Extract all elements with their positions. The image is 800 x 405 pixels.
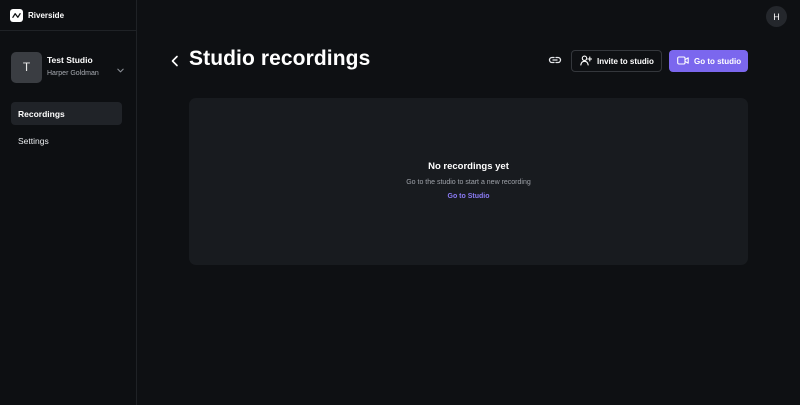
- empty-state-title: No recordings yet: [428, 161, 509, 172]
- go-to-studio-link[interactable]: Go to Studio: [448, 193, 490, 200]
- sidebar-item-label: Recordings: [18, 108, 65, 119]
- riverside-logo-icon: [10, 8, 23, 22]
- sidebar-item-settings[interactable]: Settings: [11, 129, 122, 152]
- back-arrow-icon[interactable]: [168, 52, 182, 70]
- studio-switcher[interactable]: T Test Studio Harper Goldman: [11, 51, 127, 83]
- page-title: Studio recordings: [189, 47, 371, 70]
- sidebar-item-recordings[interactable]: Recordings: [11, 102, 122, 125]
- invite-to-studio-button[interactable]: Invite to studio: [571, 50, 662, 72]
- empty-recordings-card: No recordings yet Go to the studio to st…: [189, 98, 748, 265]
- sidebar-item-label: Settings: [18, 135, 49, 146]
- brand-name: Riverside: [28, 10, 65, 20]
- brand[interactable]: Riverside: [0, 0, 136, 31]
- studio-avatar: T: [11, 51, 42, 83]
- studio-info: Test Studio Harper Goldman: [47, 55, 99, 79]
- chevron-down-icon[interactable]: [116, 62, 125, 80]
- invite-button-label: Invite to studio: [597, 56, 654, 66]
- link-icon: [548, 52, 562, 70]
- studio-owner: Harper Goldman: [47, 70, 99, 77]
- go-to-studio-label: Go to studio: [694, 56, 742, 66]
- empty-state-subtitle: Go to the studio to start a new recordin…: [406, 179, 531, 186]
- empty-state-link-row: Go to Studio: [189, 193, 748, 200]
- copy-link-button[interactable]: [545, 52, 565, 70]
- studio-name: Test Studio: [47, 55, 93, 65]
- go-to-studio-button[interactable]: Go to studio: [669, 50, 748, 72]
- sidebar: Riverside T Test Studio Harper Goldman R…: [0, 0, 137, 405]
- video-camera-icon: [677, 55, 689, 67]
- add-user-icon: [580, 55, 593, 68]
- user-avatar[interactable]: H: [766, 6, 787, 27]
